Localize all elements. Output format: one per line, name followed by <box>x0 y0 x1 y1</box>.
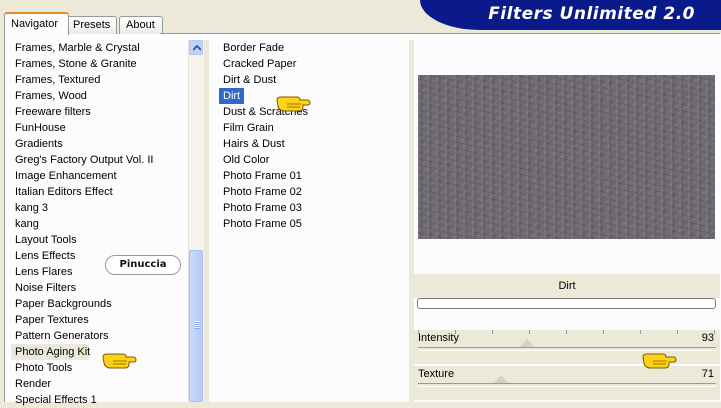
category-scrollbar[interactable] <box>188 40 204 402</box>
filter-item[interactable]: Photo Frame 03 <box>219 200 399 216</box>
slider-label: Intensity <box>418 332 459 344</box>
slider-track[interactable] <box>418 383 716 387</box>
category-item[interactable]: Frames, Marble & Crystal <box>11 40 191 56</box>
category-item[interactable]: Image Enhancement <box>11 168 191 184</box>
category-item[interactable]: Paper Textures <box>11 312 191 328</box>
category-item[interactable]: Frames, Stone & Granite <box>11 56 191 72</box>
filter-item[interactable]: Photo Frame 01 <box>219 168 399 184</box>
category-item[interactable]: Paper Backgrounds <box>11 296 191 312</box>
category-item[interactable]: kang 3 <box>11 200 191 216</box>
filter-item[interactable]: Hairs & Dust <box>219 136 399 152</box>
slider-thumb[interactable] <box>493 375 508 383</box>
scroll-thumb[interactable] <box>189 250 203 402</box>
slider-ticks <box>418 330 716 334</box>
scroll-up-button[interactable] <box>189 40 203 55</box>
slider-label: Texture <box>418 368 455 380</box>
category-item[interactable]: Photo Aging Kit <box>11 344 90 360</box>
title-banner: Filters Unlimited 2.0 <box>420 0 721 30</box>
watermark-badge: Pinuccia <box>105 255 181 275</box>
category-item[interactable]: Italian Editors Effect <box>11 184 191 200</box>
filter-item[interactable]: Photo Frame 02 <box>219 184 399 200</box>
splitter[interactable] <box>204 40 209 402</box>
category-item[interactable]: Special Effects 1 <box>11 392 191 408</box>
filter-name-label: Dirt <box>414 274 720 298</box>
category-item[interactable]: Noise Filters <box>11 280 191 296</box>
category-item[interactable]: Frames, Wood <box>11 88 191 104</box>
category-item[interactable]: FunHouse <box>11 120 191 136</box>
tab-presets[interactable]: Presets <box>66 16 117 34</box>
filter-item[interactable]: Film Grain <box>219 120 399 136</box>
chevron-up-icon <box>193 45 201 51</box>
filter-item-selected-label: Dirt <box>219 88 245 104</box>
category-item[interactable]: Freeware filters <box>11 104 191 120</box>
pointing-hand-icon <box>276 96 311 112</box>
tab-navigator[interactable]: Navigator <box>4 12 69 35</box>
navigator-panel: Frames, Marble & Crystal Frames, Stone & … <box>4 34 721 406</box>
pointing-hand-icon <box>642 353 677 369</box>
banner-title: Filters Unlimited 2.0 <box>488 4 695 24</box>
filter-item[interactable]: Cracked Paper <box>219 56 399 72</box>
pointing-hand-icon <box>102 353 137 369</box>
category-item[interactable]: Gradients <box>11 136 191 152</box>
filter-item[interactable]: Photo Frame 05 <box>219 216 399 232</box>
category-item[interactable]: kang <box>11 216 191 232</box>
filter-list: Border Fade Cracked Paper Dirt & Dust Dirt D… <box>219 40 399 232</box>
grip-icon <box>194 321 200 329</box>
preview-image <box>418 75 715 239</box>
category-item[interactable]: Greg's Factory Output Vol. II <box>11 152 191 168</box>
slider-value: 93 <box>701 332 714 344</box>
filter-item[interactable]: Dirt & Dust <box>219 72 399 88</box>
category-item[interactable]: Layout Tools <box>11 232 191 248</box>
filter-item[interactable]: Old Color <box>219 152 399 168</box>
category-item[interactable]: Render <box>11 376 191 392</box>
slider-value: 71 <box>701 368 714 380</box>
texture-slider[interactable]: Texture 71 <box>414 366 720 400</box>
category-item[interactable]: Pattern Generators <box>11 328 191 344</box>
tab-about[interactable]: About <box>119 16 163 34</box>
slider-thumb[interactable] <box>519 339 534 347</box>
progress-bar <box>417 298 716 309</box>
preview-area <box>414 40 720 268</box>
category-item[interactable]: Frames, Textured <box>11 72 191 88</box>
filter-item[interactable]: Border Fade <box>219 40 399 56</box>
